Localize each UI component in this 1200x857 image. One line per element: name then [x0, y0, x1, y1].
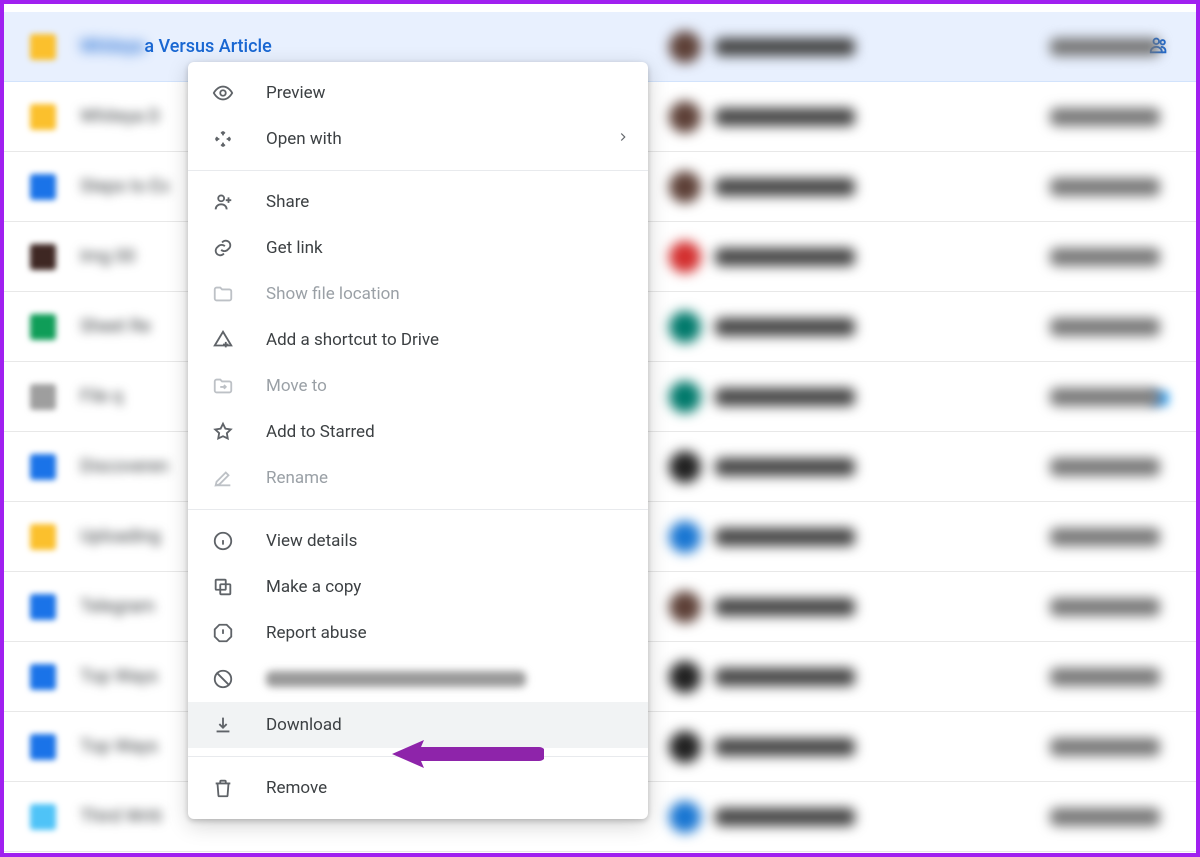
menu-divider [188, 756, 648, 757]
copy-icon [212, 576, 234, 598]
chevron-right-icon [616, 129, 630, 149]
menu-label: Move to [266, 376, 327, 396]
menu-label: Report abuse [266, 623, 367, 643]
menu-share[interactable]: Share [188, 179, 648, 225]
menu-get-link[interactable]: Get link [188, 225, 648, 271]
file-type-icon [30, 524, 56, 550]
link-icon [212, 237, 234, 259]
context-menu: Preview Open with Share Get link Show fi… [188, 62, 648, 819]
menu-preview[interactable]: Preview [188, 70, 648, 116]
menu-label: Download [266, 715, 342, 735]
info-icon [212, 530, 234, 552]
menu-download[interactable]: Download [188, 702, 648, 748]
menu-open-with[interactable]: Open with [188, 116, 648, 162]
file-type-icon [30, 454, 56, 480]
trash-icon [212, 777, 234, 799]
report-icon [212, 622, 234, 644]
folder-icon [212, 283, 234, 305]
file-name: Whiteyaa Versus Article [80, 36, 1138, 57]
file-type-icon [30, 314, 56, 340]
menu-rename: Rename [188, 455, 648, 501]
file-type-icon [30, 34, 56, 60]
menu-label: View details [266, 531, 357, 551]
file-type-icon [30, 244, 56, 270]
menu-label: Open with [266, 129, 342, 149]
file-type-icon [30, 594, 56, 620]
menu-divider [188, 170, 648, 171]
eye-icon [212, 82, 234, 104]
file-type-icon [30, 384, 56, 410]
menu-block[interactable] [188, 656, 648, 702]
menu-show-location: Show file location [188, 271, 648, 317]
menu-report-abuse[interactable]: Report abuse [188, 610, 648, 656]
menu-label: Make a copy [266, 577, 361, 597]
menu-move-to: Move to [188, 363, 648, 409]
menu-label: Preview [266, 83, 325, 103]
menu-label: Add a shortcut to Drive [266, 330, 439, 350]
file-type-icon [30, 664, 56, 690]
file-type-icon [30, 104, 56, 130]
menu-label-blurred [266, 671, 526, 687]
pencil-icon [212, 467, 234, 489]
menu-label: Show file location [266, 284, 400, 304]
file-type-icon [30, 734, 56, 760]
menu-view-details[interactable]: View details [188, 518, 648, 564]
menu-add-shortcut[interactable]: Add a shortcut to Drive [188, 317, 648, 363]
menu-label: Share [266, 192, 309, 212]
menu-label: Rename [266, 468, 328, 488]
menu-label: Remove [266, 778, 327, 798]
menu-add-starred[interactable]: Add to Starred [188, 409, 648, 455]
open-with-icon [212, 128, 234, 150]
folder-move-icon [212, 375, 234, 397]
menu-remove[interactable]: Remove [188, 765, 648, 811]
menu-label: Get link [266, 238, 323, 258]
file-type-icon [30, 804, 56, 830]
file-type-icon [30, 174, 56, 200]
drive-shortcut-icon [212, 329, 234, 351]
menu-make-copy[interactable]: Make a copy [188, 564, 648, 610]
person-add-icon [212, 191, 234, 213]
star-icon [212, 421, 234, 443]
menu-label: Add to Starred [266, 422, 375, 442]
menu-divider [188, 509, 648, 510]
block-icon [212, 668, 234, 690]
download-icon [212, 714, 234, 736]
